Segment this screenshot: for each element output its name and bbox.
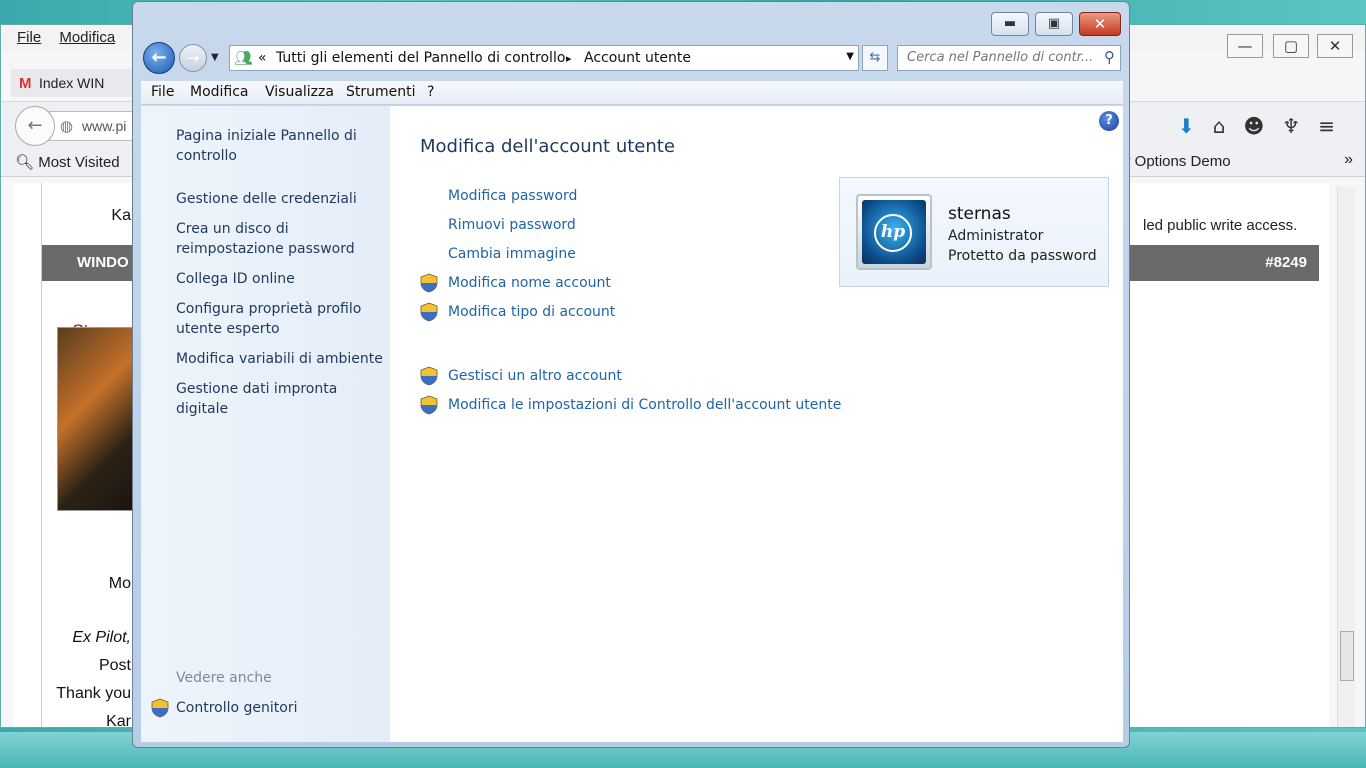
sidebar-link-credentials[interactable]: Gestione delle credenziali xyxy=(176,189,386,209)
uac-shield-icon xyxy=(151,698,169,718)
globe-icon: ◍ xyxy=(60,118,74,135)
breadcrumb-all-control-panel[interactable]: Tutti gli elementi del Pannello di contr… xyxy=(276,50,565,66)
task-sidebar: Pagina iniziale Pannello di controllo Ge… xyxy=(141,106,390,742)
author-text: Ka xyxy=(111,207,131,224)
address-dropdown-icon[interactable]: ▼ xyxy=(846,51,854,62)
task-remove-password[interactable]: Rimuovi password xyxy=(448,217,576,233)
bookmark-most-visited-label: Most Visited xyxy=(38,154,120,171)
account-name: sternas xyxy=(948,204,1011,224)
account-status: Protetto da password xyxy=(948,248,1097,264)
menu-help[interactable]: ? xyxy=(427,84,434,100)
task-change-account-type[interactable]: Modifica tipo di account xyxy=(448,304,615,320)
main-content: Modifica dell'account utente Modifica pa… xyxy=(390,106,1123,742)
sidebar-link-environment-variables[interactable]: Modifica variabili di ambiente xyxy=(176,349,386,369)
breadcrumb-separator-icon[interactable]: ▸ xyxy=(566,52,572,65)
menu-file[interactable]: File xyxy=(151,84,174,100)
sidebar-link-profile-properties[interactable]: Configura proprietà profilo utente esper… xyxy=(176,299,386,339)
browser-tab-label: Index WIN xyxy=(39,75,105,91)
browser-scrollbar[interactable] xyxy=(1337,187,1355,727)
author-text: Ex Pilot, xyxy=(72,629,131,646)
address-chevron[interactable]: « xyxy=(258,50,267,66)
back-button[interactable]: ← xyxy=(143,42,175,74)
search-placeholder: Cerca nel Pannello di contr... xyxy=(907,50,1094,65)
task-change-picture[interactable]: Cambia immagine xyxy=(448,246,576,262)
browser-menu-file[interactable]: File xyxy=(17,29,41,46)
bookmark-icon: 🔍︎ xyxy=(15,154,39,171)
task-change-account-name[interactable]: Modifica nome account xyxy=(448,275,611,291)
uac-shield-icon xyxy=(420,366,438,386)
search-icon[interactable]: ⚲ xyxy=(1104,48,1115,66)
refresh-button[interactable]: ⇆ xyxy=(862,45,888,71)
sidebar-link-control-panel-home[interactable]: Pagina iniziale Pannello di controllo xyxy=(176,126,386,166)
search-box[interactable]: Cerca nel Pannello di contr... ⚲ xyxy=(897,45,1121,71)
hamburger-menu-icon[interactable]: ≡ xyxy=(1318,114,1353,138)
see-also-heading: Vedere anche xyxy=(176,670,272,686)
hp-logo-icon: hp xyxy=(874,214,912,252)
download-icon[interactable]: ⬇ xyxy=(1178,114,1213,138)
sidebar-link-online-id[interactable]: Collega ID online xyxy=(176,269,386,289)
menu-modifica[interactable]: Modifica xyxy=(190,84,249,100)
author-text: Thank you xyxy=(56,685,131,702)
help-icon[interactable]: ? xyxy=(1099,111,1119,131)
uac-shield-icon xyxy=(420,273,438,293)
sidebar-link-parental-controls[interactable]: Controllo genitori xyxy=(176,698,297,718)
bookmark-options-demo[interactable]: y Options Demo xyxy=(1123,153,1231,170)
sidebar-link-reset-disk[interactable]: Crea un disco di reimpostazione password xyxy=(176,219,386,259)
task-uac-settings[interactable]: Modifica le impostazioni di Controllo de… xyxy=(448,397,841,413)
page-text-public-write: led public write access. xyxy=(1143,217,1298,234)
author-text: Post xyxy=(98,657,131,674)
author-avatar xyxy=(57,327,137,511)
browser-toolbar-icons: ⬇⌂☻♆≡ xyxy=(1178,114,1353,138)
window-body: Pagina iniziale Pannello di controllo Ge… xyxy=(141,106,1123,742)
control-panel-window: ▬ ▣ ✕ ← → ▼ 👥︎ « Tutti gli elementi del … xyxy=(132,1,1130,748)
smiley-icon[interactable]: ☻ xyxy=(1243,114,1282,138)
browser-menu-modifica[interactable]: Modifica xyxy=(59,29,115,46)
account-role: Administrator xyxy=(948,228,1044,244)
breadcrumb-user-accounts[interactable]: Account utente xyxy=(584,50,691,66)
task-manage-another-account[interactable]: Gestisci un altro account xyxy=(448,368,622,384)
browser-minimize-button[interactable]: — xyxy=(1227,34,1263,58)
author-text: Mo xyxy=(108,575,131,592)
browser-close-button[interactable]: ✕ xyxy=(1317,34,1353,58)
bookmark-most-visited[interactable]: 🔍︎ Most Visited xyxy=(15,153,120,171)
account-picture: hp xyxy=(856,194,932,270)
browser-maximize-button[interactable]: ▢ xyxy=(1273,34,1309,58)
maximize-button[interactable]: ▣ xyxy=(1035,12,1073,36)
browser-url-text: www.pi xyxy=(82,118,127,134)
user-accounts-icon: 👥︎ xyxy=(234,49,254,67)
address-bar[interactable]: 👥︎ « Tutti gli elementi del Pannello di … xyxy=(229,45,859,71)
uac-shield-icon xyxy=(420,395,438,415)
gmail-icon: M xyxy=(19,75,32,92)
bookmarks-more-icon[interactable]: » xyxy=(1344,151,1353,169)
forward-button[interactable]: → xyxy=(179,44,207,72)
account-card: hp sternas Administrator Protetto da pas… xyxy=(839,177,1109,287)
uac-shield-icon xyxy=(420,302,438,322)
browser-back-button[interactable]: ← xyxy=(15,106,55,146)
post-number[interactable]: #8249 xyxy=(1265,254,1307,271)
recent-pages-dropdown-icon[interactable]: ▼ xyxy=(211,52,219,63)
author-text: Kar xyxy=(106,713,131,728)
page-title: Modifica dell'account utente xyxy=(420,136,675,157)
trophy-icon[interactable]: ♆ xyxy=(1282,114,1318,138)
menu-visualizza[interactable]: Visualizza xyxy=(265,84,334,100)
sidebar-link-fingerprint[interactable]: Gestione dati impronta digitale xyxy=(176,379,386,419)
minimize-button[interactable]: ▬ xyxy=(991,12,1029,36)
home-icon[interactable]: ⌂ xyxy=(1213,114,1244,138)
menu-strumenti[interactable]: Strumenti xyxy=(346,84,416,100)
menu-bar: File Modifica Visualizza Strumenti ? xyxy=(141,81,1123,105)
task-change-password[interactable]: Modifica password xyxy=(448,188,577,204)
scrollbar-thumb[interactable] xyxy=(1340,631,1354,681)
close-button[interactable]: ✕ xyxy=(1079,12,1121,36)
